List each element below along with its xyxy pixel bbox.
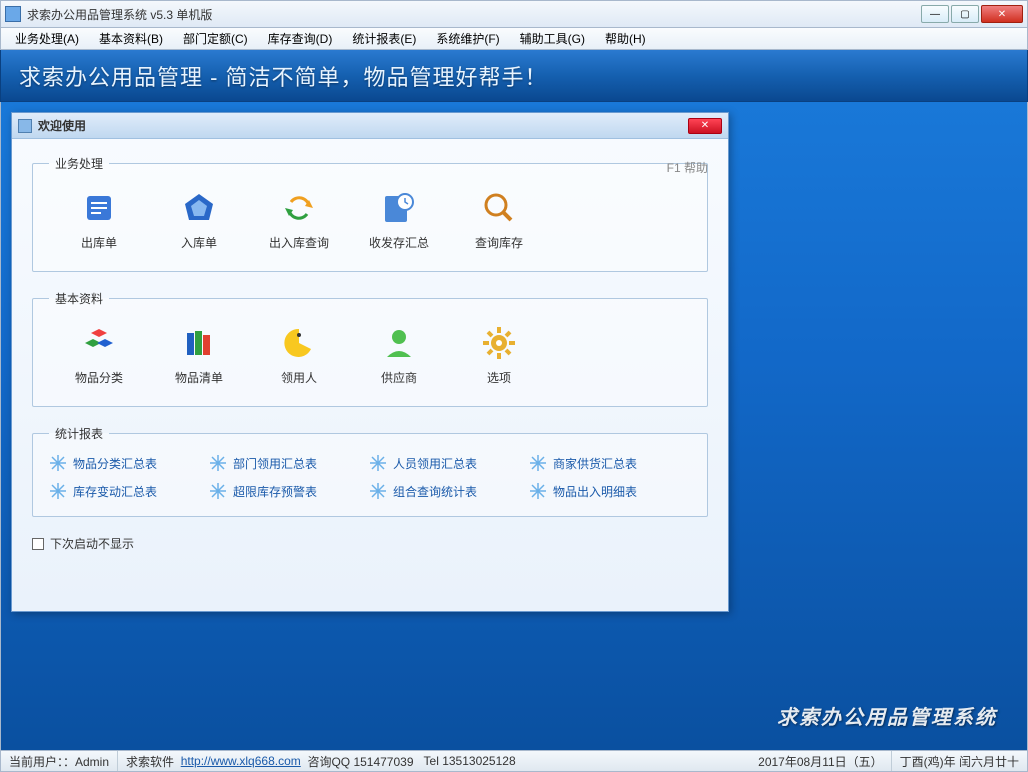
snowflake-icon <box>369 482 387 500</box>
workspace: 欢迎使用 ✕ F1 帮助 业务处理 出库单 <box>0 102 1028 750</box>
tile-label: 收发存汇总 <box>369 234 429 251</box>
startup-checkbox-row: 下次启动不显示 <box>32 535 708 552</box>
menu-basic[interactable]: 基本资料(B) <box>89 28 173 49</box>
minimize-button[interactable]: — <box>921 5 949 23</box>
report-stock-change[interactable]: 库存变动汇总表 <box>49 482 189 500</box>
report-person-summary[interactable]: 人员领用汇总表 <box>369 454 509 472</box>
report-dept-summary[interactable]: 部门领用汇总表 <box>209 454 349 472</box>
clock-doc-icon <box>379 188 419 228</box>
group-basic-legend: 基本资料 <box>49 290 109 307</box>
menu-system[interactable]: 系统维护(F) <box>426 28 509 49</box>
tile-label: 物品清单 <box>175 369 223 386</box>
tile-label: 供应商 <box>381 369 417 386</box>
status-url[interactable]: http://www.xlq668.com <box>181 754 301 768</box>
maximize-button[interactable]: ▢ <box>951 5 979 23</box>
status-lunar: 丁酉(鸡)年 闰六月廿十 <box>892 751 1027 771</box>
tile-label: 出入库查询 <box>269 234 329 251</box>
tile-inout-query[interactable]: 出入库查询 <box>249 184 349 255</box>
brand-watermark: 求索办公用品管理系统 <box>777 701 997 730</box>
report-label: 物品出入明细表 <box>553 483 637 500</box>
outbound-icon <box>79 188 119 228</box>
statusbar: 当前用户：：Admin 求索软件 http://www.xlq668.com 咨… <box>0 750 1028 772</box>
tile-stock-query[interactable]: 查询库存 <box>449 184 549 255</box>
status-company: 求索软件 <box>126 753 174 770</box>
window-titlebar: 求索办公用品管理系统 v5.3 单机版 — ▢ ✕ <box>0 0 1028 28</box>
tile-supplier[interactable]: 供应商 <box>349 319 449 390</box>
user-green-icon <box>379 323 419 363</box>
menu-help[interactable]: 帮助(H) <box>595 28 656 49</box>
report-label: 商家供货汇总表 <box>553 455 637 472</box>
startup-checkbox-label: 下次启动不显示 <box>50 535 134 552</box>
group-business-legend: 业务处理 <box>49 155 109 172</box>
menu-stock-query[interactable]: 库存查询(D) <box>258 28 343 49</box>
tile-category[interactable]: 物品分类 <box>49 319 149 390</box>
dialog-title: 欢迎使用 <box>38 117 688 134</box>
snowflake-icon <box>529 454 547 472</box>
welcome-dialog: 欢迎使用 ✕ F1 帮助 业务处理 出库单 <box>11 112 729 612</box>
tile-recipient[interactable]: 领用人 <box>249 319 349 390</box>
tile-label: 物品分类 <box>75 369 123 386</box>
snowflake-icon <box>369 454 387 472</box>
report-inout-detail[interactable]: 物品出入明细表 <box>529 482 669 500</box>
report-label: 物品分类汇总表 <box>73 455 157 472</box>
report-label: 组合查询统计表 <box>393 483 477 500</box>
inbound-icon <box>179 188 219 228</box>
report-label: 库存变动汇总表 <box>73 483 157 500</box>
status-user: 当前用户：：Admin <box>1 751 118 771</box>
menu-reports[interactable]: 统计报表(E) <box>342 28 426 49</box>
report-label: 部门领用汇总表 <box>233 455 317 472</box>
report-category-summary[interactable]: 物品分类汇总表 <box>49 454 189 472</box>
magnifier-icon <box>479 188 519 228</box>
startup-checkbox[interactable] <box>32 538 44 550</box>
menu-tools[interactable]: 辅助工具(G) <box>510 28 595 49</box>
dialog-icon <box>18 119 32 133</box>
tile-label: 入库单 <box>181 234 217 251</box>
tile-label: 选项 <box>487 369 511 386</box>
group-basic: 基本资料 物品分类 物品清单 <box>32 290 708 407</box>
books-icon <box>179 323 219 363</box>
group-reports: 统计报表 物品分类汇总表 部门领用汇总表 人员领用汇总表 商家供货汇总表 库存变… <box>32 425 708 517</box>
report-label: 人员领用汇总表 <box>393 455 477 472</box>
menu-business[interactable]: 业务处理(A) <box>5 28 89 49</box>
snowflake-icon <box>529 482 547 500</box>
snowflake-icon <box>49 454 67 472</box>
tile-label: 领用人 <box>281 369 317 386</box>
snowflake-icon <box>209 482 227 500</box>
status-qq: 咨询QQ 151477039 <box>307 753 413 770</box>
pacman-icon <box>279 323 319 363</box>
tile-label: 出库单 <box>81 234 117 251</box>
snowflake-icon <box>49 482 67 500</box>
report-supplier-summary[interactable]: 商家供货汇总表 <box>529 454 669 472</box>
report-label: 超限库存预警表 <box>233 483 317 500</box>
sync-icon <box>279 188 319 228</box>
tile-label: 查询库存 <box>475 234 523 251</box>
tile-item-list[interactable]: 物品清单 <box>149 319 249 390</box>
group-reports-legend: 统计报表 <box>49 425 109 442</box>
report-combo-query[interactable]: 组合查询统计表 <box>369 482 509 500</box>
snowflake-icon <box>209 454 227 472</box>
tile-options[interactable]: 选项 <box>449 319 549 390</box>
group-business: 业务处理 出库单 入库单 <box>32 155 708 272</box>
report-stock-warning[interactable]: 超限库存预警表 <box>209 482 349 500</box>
dialog-close-button[interactable]: ✕ <box>688 118 722 134</box>
cubes-icon <box>79 323 119 363</box>
status-date: 2017年08月11日（五） <box>750 751 892 771</box>
tile-outbound[interactable]: 出库单 <box>49 184 149 255</box>
status-tel: Tel 13513025128 <box>424 754 516 768</box>
help-hint: F1 帮助 <box>667 159 708 176</box>
menu-dept-quota[interactable]: 部门定额(C) <box>173 28 258 49</box>
tile-inbound[interactable]: 入库单 <box>149 184 249 255</box>
banner-text: 求索办公用品管理 - 简洁不简单，物品管理好帮手！ <box>19 60 548 92</box>
gear-icon <box>479 323 519 363</box>
close-button[interactable]: ✕ <box>981 5 1023 23</box>
app-icon <box>5 6 21 22</box>
window-title: 求索办公用品管理系统 v5.3 单机版 <box>27 6 921 23</box>
menubar: 业务处理(A) 基本资料(B) 部门定额(C) 库存查询(D) 统计报表(E) … <box>0 28 1028 50</box>
tile-summary[interactable]: 收发存汇总 <box>349 184 449 255</box>
banner: 求索办公用品管理 - 简洁不简单，物品管理好帮手！ <box>0 50 1028 102</box>
dialog-titlebar: 欢迎使用 ✕ <box>12 113 728 139</box>
